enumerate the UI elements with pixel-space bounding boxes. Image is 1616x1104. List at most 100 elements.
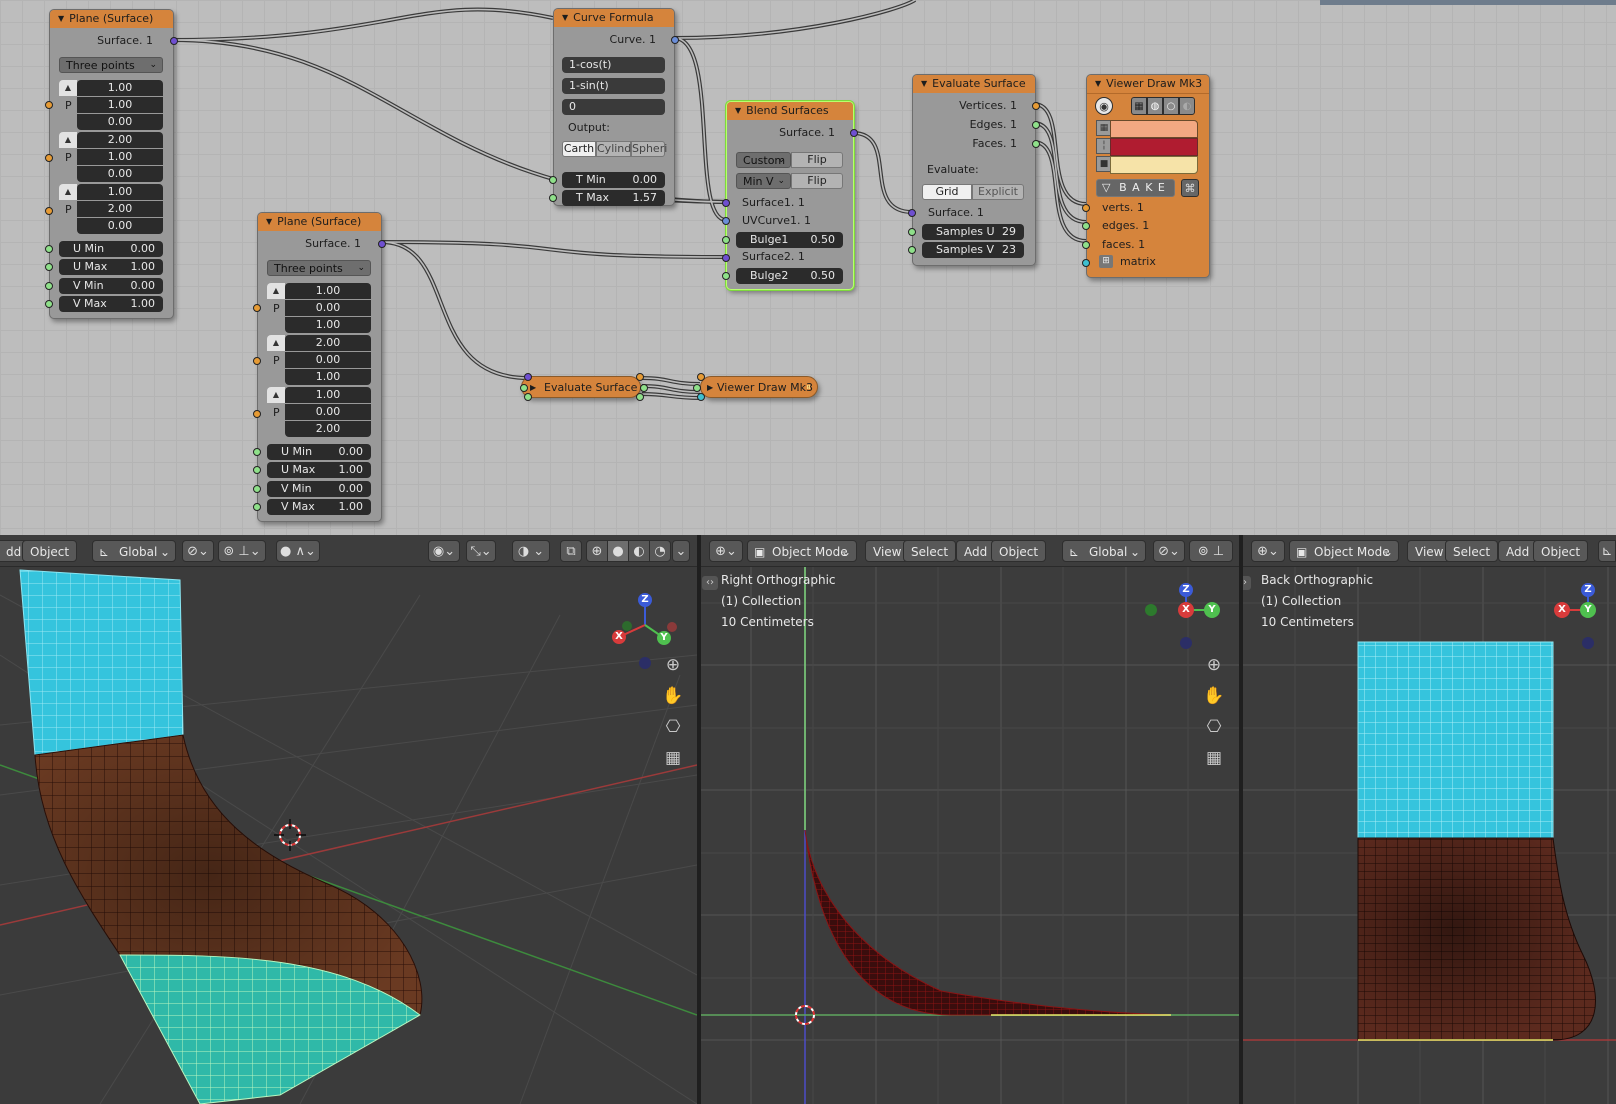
point2-x-field[interactable]: 2.00 — [77, 132, 163, 148]
face-display-icon[interactable]: ○ — [1163, 97, 1179, 115]
verts-input-socket[interactable] — [1082, 204, 1090, 212]
node-editor[interactable]: ▼ Plane (Surface) Surface. 1 Three points… — [0, 0, 1616, 535]
surface2-input-socket[interactable] — [722, 254, 730, 262]
bake-button[interactable]: ▽ B A K E — [1096, 179, 1175, 197]
u-max-socket[interactable] — [253, 466, 261, 474]
samples-u-field[interactable]: Samples U 29 — [922, 224, 1024, 240]
tmax-socket[interactable] — [549, 194, 557, 202]
matrix-input-socket[interactable] — [1082, 259, 1090, 267]
point1-y-field[interactable]: 0.00 — [285, 300, 371, 316]
add-menu[interactable]: Add — [1498, 540, 1538, 562]
material-shading-icon[interactable]: ◐ — [628, 540, 650, 562]
camera-icon[interactable]: ⎔ — [1201, 714, 1227, 740]
curve-formula-node[interactable]: ▼ Curve Formula Curve. 1 1-cos(t) 1-sin(t… — [549, 8, 679, 206]
surface-output-socket[interactable] — [170, 37, 178, 45]
point3-y-field[interactable]: 2.00 — [77, 201, 163, 217]
collapse-triangle-icon[interactable]: ▼ — [735, 106, 741, 115]
solid-shading-icon[interactable]: ● — [607, 540, 629, 562]
v-min-socket[interactable] — [45, 282, 53, 290]
edges-input-socket[interactable] — [1082, 222, 1090, 230]
evaluate-surface-node[interactable]: ▼ Evaluate Surface Vertices. 1 Edges. 1 F… — [908, 74, 1040, 266]
zoom-icon[interactable]: ⊕ — [660, 652, 686, 678]
expand-arrow-icon[interactable]: ▲ — [267, 335, 285, 351]
pan-hand-icon[interactable]: ✋ — [1201, 683, 1227, 709]
point1-socket[interactable] — [253, 304, 261, 312]
curve-output-socket[interactable] — [671, 36, 679, 44]
collapsed-viewer-input-socket[interactable] — [697, 393, 705, 401]
collapsed-input-socket[interactable] — [520, 384, 528, 392]
point2-z-field[interactable]: 1.00 — [285, 369, 371, 385]
v-min-field[interactable]: V Min 0.00 — [59, 278, 163, 294]
vertex-display-icon[interactable]: ▦ — [1131, 97, 1147, 115]
surface-output-socket[interactable] — [378, 240, 386, 248]
select-menu[interactable]: Select — [903, 540, 957, 562]
point1-y-field[interactable]: 1.00 — [77, 97, 163, 113]
u-min-field[interactable]: U Min 0.00 — [59, 241, 163, 257]
collapse-triangle-icon[interactable]: ▼ — [921, 79, 927, 88]
flip2-button[interactable]: Flip — [791, 173, 843, 189]
explicit-mode-button[interactable]: Explicit — [972, 184, 1024, 200]
object-mode-dropdown[interactable]: ▣ Object Mode ⌄ — [747, 540, 857, 562]
camera-icon[interactable]: ⎔ — [660, 714, 686, 740]
gizmo-toggle-icon[interactable]: ⤡⌄ — [466, 540, 496, 562]
point2-x-field[interactable]: 2.00 — [285, 335, 371, 351]
wireframe-shading-icon[interactable]: ⊕ — [586, 540, 608, 562]
pivot-icon[interactable]: ⊘⌄ — [1153, 540, 1185, 562]
collapsed-output-socket[interactable] — [636, 393, 644, 401]
grid-view-icon[interactable]: ▦ — [660, 745, 686, 771]
point1-socket[interactable] — [45, 101, 53, 109]
u-min-field[interactable]: U Min 0.00 — [267, 444, 371, 460]
v-max-socket[interactable] — [253, 503, 261, 511]
u-max-field[interactable]: U Max 1.00 — [267, 462, 371, 478]
viewport-perspective[interactable]: dd Object ⊾ Global ⌄ ⊘⌄ ⊚ ⊥⌄ ● ∧⌄ ◉⌄ ⤡⌄ ◑ … — [0, 535, 697, 1104]
tmax-field[interactable]: T Max 1.57 — [562, 190, 665, 206]
object-menu[interactable]: Object — [22, 540, 78, 562]
grid-view-icon[interactable]: ▦ — [1201, 745, 1227, 771]
point3-y-field[interactable]: 0.00 — [285, 404, 371, 420]
viewer-draw-collapsed-node[interactable]: ▶ Viewer Draw Mk3 ⏸ — [700, 376, 818, 398]
object-menu[interactable]: Object — [1533, 540, 1589, 562]
node-header[interactable]: ▼ Plane (Surface) — [50, 10, 173, 28]
transform-orientation-dropdown[interactable]: ⊾ Global ⌄ — [92, 540, 176, 562]
point3-socket[interactable] — [253, 410, 261, 418]
visibility-icon[interactable]: ◉⌄ — [428, 540, 460, 562]
zoom-icon[interactable]: ⊕ — [1201, 652, 1227, 678]
point3-z-field[interactable]: 0.00 — [77, 218, 163, 234]
v-max-field[interactable]: V Max 1.00 — [267, 499, 371, 515]
flip1-button[interactable]: Flip — [791, 152, 843, 168]
samples-v-socket[interactable] — [908, 246, 916, 254]
collapse-triangle-icon[interactable]: ▼ — [1095, 79, 1101, 88]
mode-spheri-button[interactable]: Spheri — [631, 141, 667, 157]
point2-socket[interactable] — [253, 357, 261, 365]
node-header[interactable]: ▼ Viewer Draw Mk3 — [1087, 75, 1209, 94]
mode-carth-button[interactable]: Carth — [562, 141, 596, 157]
collapse-triangle-icon[interactable]: ▼ — [562, 13, 568, 22]
bulge2-socket[interactable] — [722, 272, 730, 280]
editor-type-icon[interactable]: ⊕⌄ — [709, 540, 743, 562]
collapse-triangle-icon[interactable]: ▼ — [266, 217, 272, 226]
v-max-socket[interactable] — [45, 300, 53, 308]
v-min-socket[interactable] — [253, 485, 261, 493]
formula-z-field[interactable]: 0 — [562, 99, 665, 115]
select-menu[interactable]: Select — [1445, 540, 1499, 562]
edges-output-socket[interactable] — [1032, 121, 1040, 129]
expand-arrow-icon[interactable]: ▲ — [59, 132, 77, 148]
bulge2-field[interactable]: Bulge2 0.50 — [736, 268, 843, 284]
point3-socket[interactable] — [45, 207, 53, 215]
region-toggle-icon[interactable]: ‹› — [1243, 576, 1251, 590]
bulge1-socket[interactable] — [722, 236, 730, 244]
orientation-icon[interactable]: ⊾ — [1598, 540, 1616, 562]
overlay-icon[interactable]: ◑ ⌄ — [512, 540, 550, 562]
collapse-triangle-icon[interactable]: ▼ — [58, 14, 64, 23]
add-menu[interactable]: Add — [956, 540, 996, 562]
mode2-dropdown[interactable]: Min V ⌄ — [736, 173, 791, 189]
blend-surfaces-node[interactable]: ▼ Blend Surfaces Surface. 1 Custom ⌄ Flip … — [722, 101, 858, 290]
viewer-draw-node[interactable]: ▼ Viewer Draw Mk3 ◉ ▦ ◍ ○ ◐ ▦ ╎ ■ ▽ B A K … — [1082, 74, 1210, 278]
collapsed-viewer-input-socket[interactable] — [693, 384, 701, 392]
collapsed-output-socket[interactable] — [640, 384, 648, 392]
expand-triangle-icon[interactable]: ▶ — [707, 377, 713, 399]
edge-color-swatch[interactable] — [1110, 138, 1198, 156]
v-max-field[interactable]: V Max 1.00 — [59, 296, 163, 312]
surface-output-socket[interactable] — [850, 129, 858, 137]
collapsed-viewer-input-socket[interactable] — [697, 373, 705, 381]
